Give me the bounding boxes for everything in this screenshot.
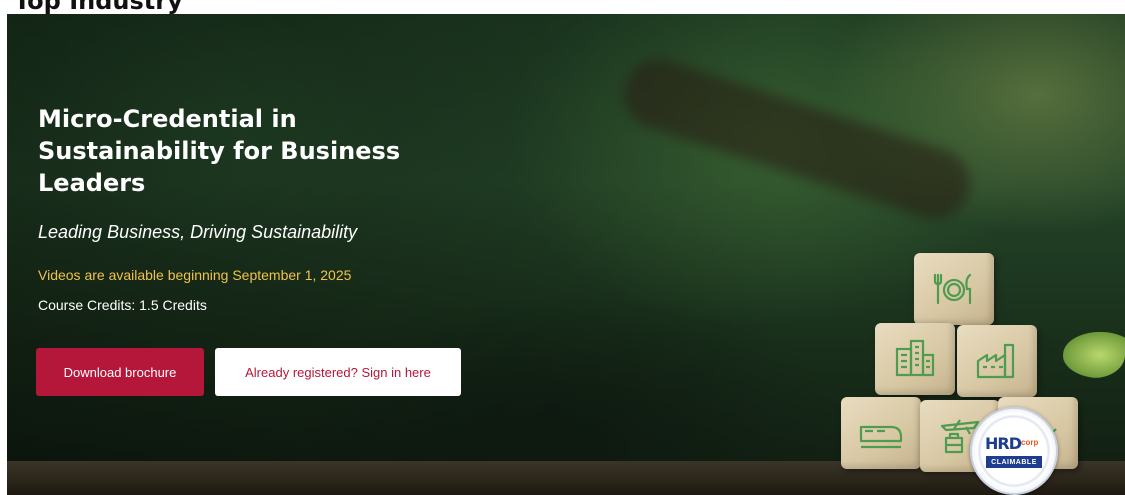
factory-cube — [957, 325, 1037, 397]
course-subtitle: Leading Business, Driving Sustainability — [38, 222, 358, 242]
train-icon — [859, 425, 903, 449]
hrd-corp-claimable-badge: HRD corp CLAIMABLE — [970, 407, 1058, 495]
train-cube — [841, 397, 921, 469]
leaf-decoration — [1063, 332, 1125, 378]
dining-cube — [914, 253, 994, 325]
badge-brand: HRD — [985, 434, 1022, 453]
city-icon — [895, 339, 935, 377]
cropped-heading: Top Industry — [14, 0, 183, 14]
availability-notice: Videos are available beginning September… — [38, 267, 352, 283]
top-strip: Top Industry — [0, 0, 1125, 14]
download-brochure-button[interactable]: Download brochure — [36, 348, 204, 396]
city-cube — [875, 323, 955, 395]
badge-brand-suffix: corp — [1021, 438, 1039, 447]
course-credits: Course Credits: 1.5 Credits — [38, 297, 207, 313]
badge-claimable-label: CLAIMABLE — [986, 456, 1042, 468]
sign-in-button[interactable]: Already registered? Sign in here — [215, 348, 461, 396]
course-title: Micro-Credential in Sustainability for B… — [38, 105, 401, 197]
factory-icon — [976, 343, 1015, 379]
dining-icon — [933, 273, 972, 305]
